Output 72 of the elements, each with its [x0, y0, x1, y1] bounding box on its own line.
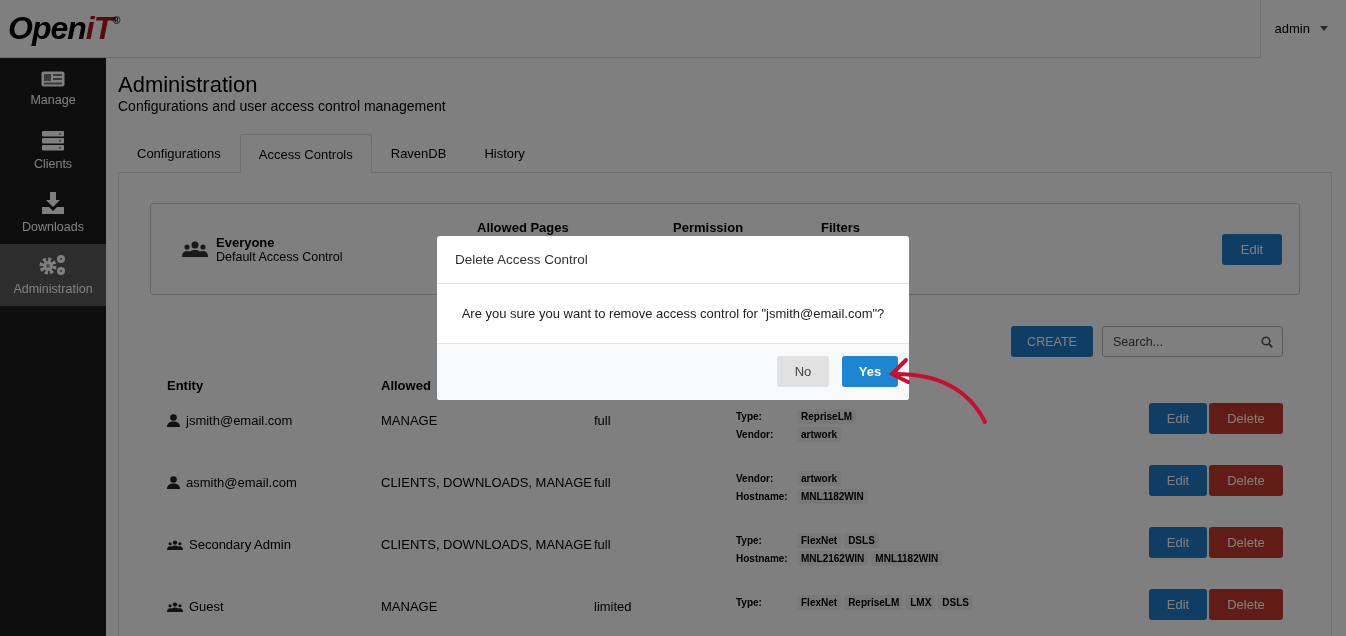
delete-button[interactable]: Delete: [1209, 589, 1283, 620]
filter-label: Type:: [736, 597, 763, 608]
filter-tag: DSLS: [938, 595, 974, 610]
user-menu[interactable]: admin: [1259, 0, 1346, 58]
logo: OpeniT$^{®}$: [7, 10, 120, 47]
permission: limited: [594, 599, 633, 614]
filter-tag: RepriseLM: [797, 409, 857, 424]
column-header: Filters: [821, 220, 861, 235]
entity-name: Secondary Admin: [189, 537, 291, 552]
entity-name: asmith@email.com: [186, 475, 297, 490]
dialog-title: Delete Access Control: [437, 236, 909, 284]
server-icon: [42, 131, 64, 151]
allowed-pages: MANAGE: [381, 413, 439, 428]
allowed-pages: CLIENTS, DOWNLOADS, MANAGE: [381, 475, 593, 490]
tab[interactable]: History: [465, 134, 544, 172]
entity-description: Default Access Control: [216, 249, 343, 264]
allowed-pages: MANAGE: [381, 599, 439, 614]
filter-tag: RepriseLM: [844, 595, 904, 610]
allowed-pages: CLIENTS, DOWNLOADS, MANAGE: [381, 537, 593, 552]
group-icon: [167, 539, 183, 550]
column-header: Allowed: [381, 378, 432, 393]
filter-tag: MNL2162WIN: [797, 551, 869, 566]
filter-tag: FlexNet: [797, 533, 842, 548]
filter-label: Type:: [736, 535, 763, 546]
search-field[interactable]: Search...: [1102, 326, 1283, 357]
entity-name: Guest: [189, 599, 224, 614]
delete-button[interactable]: Delete: [1209, 465, 1283, 496]
edit-button[interactable]: Edit: [1149, 403, 1207, 434]
group-icon: [167, 601, 183, 612]
search-icon: [1261, 336, 1273, 348]
filter-tag: FlexNet: [797, 595, 842, 610]
column-header: Permission: [673, 220, 745, 235]
filter-label: Vendor:: [736, 429, 775, 440]
filter-label: Hostname:: [736, 491, 789, 502]
column-header: Allowed Pages: [477, 220, 570, 235]
person-icon: [167, 414, 180, 427]
filter-label: Type:: [736, 411, 763, 422]
group-icon: [182, 241, 208, 257]
permission: full: [594, 413, 612, 428]
download-icon: [42, 192, 64, 214]
filter-tag: MNL1182WIN: [871, 551, 943, 566]
person-icon: [167, 476, 180, 489]
filter-tag: artwork: [797, 471, 842, 486]
filter-tag: DSLS: [844, 533, 879, 548]
page-subtitle: Configurations and user access control management: [118, 98, 447, 114]
entity-name: jsmith@email.com: [186, 413, 293, 428]
tab[interactable]: RavenDB: [371, 134, 466, 172]
cancel-button[interactable]: No: [777, 356, 829, 387]
edit-button[interactable]: Edit: [1149, 527, 1207, 558]
tab[interactable]: Configurations: [118, 134, 240, 172]
permission: full: [594, 537, 612, 552]
permission: full: [594, 475, 612, 490]
edit-button[interactable]: Edit: [1222, 233, 1282, 265]
page-title: Administration: [118, 72, 259, 98]
caret-icon: [1320, 26, 1328, 31]
tab[interactable]: Access Controls: [239, 134, 372, 173]
filter-label: Vendor:: [736, 473, 775, 484]
sidebar-item[interactable]: Administration: [0, 244, 106, 306]
edit-button[interactable]: Edit: [1149, 589, 1207, 620]
column-header: Entity: [167, 378, 205, 393]
create-button[interactable]: CREATE: [1011, 326, 1093, 357]
delete-button[interactable]: Delete: [1209, 403, 1283, 434]
edit-button[interactable]: Edit: [1149, 465, 1207, 496]
filter-tag: artwork: [797, 427, 842, 442]
card-icon: [41, 71, 65, 87]
entity-name: Everyone: [216, 234, 276, 250]
filter-tag: LMX: [906, 595, 936, 610]
confirm-button[interactable]: Yes: [842, 356, 898, 387]
filter-label: Hostname:: [736, 553, 789, 564]
filter-tag: MNL1182WIN: [797, 489, 868, 504]
gears-icon: [39, 254, 67, 276]
delete-button[interactable]: Delete: [1209, 527, 1283, 558]
